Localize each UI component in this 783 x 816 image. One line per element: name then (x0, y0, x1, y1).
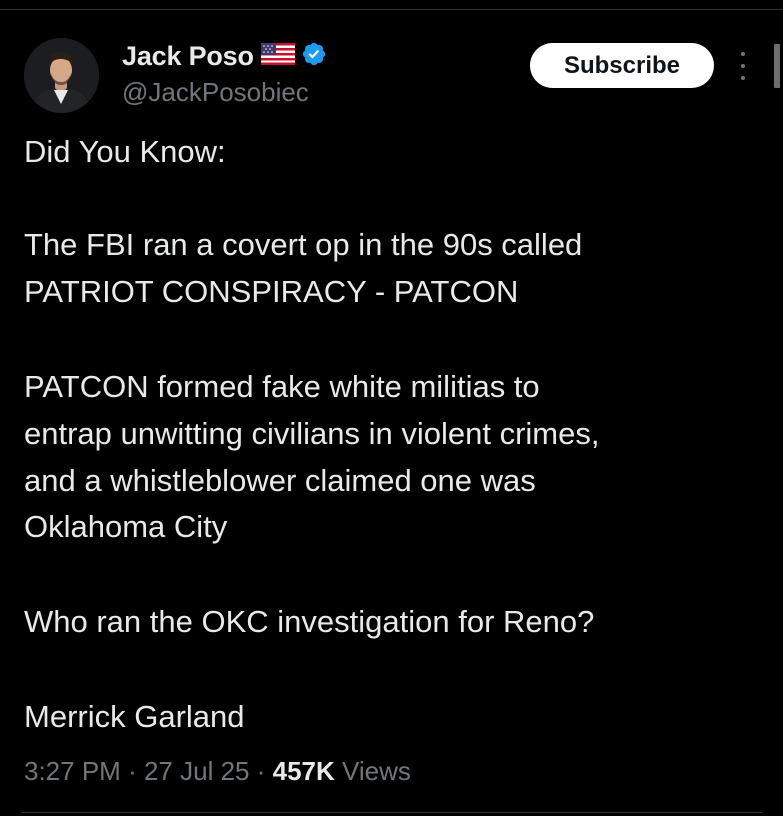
bottom-divider (22, 812, 762, 813)
tweet-text-line: PATCON formed fake white militias to (24, 369, 540, 404)
views-label: Views (342, 756, 411, 786)
tweet-text-line: The FBI ran a covert op in the 90s calle… (24, 227, 583, 262)
scrollbar-thumb[interactable] (774, 44, 780, 88)
verified-badge-icon[interactable] (301, 41, 327, 72)
tweet-text-line: Did You Know: (24, 134, 226, 169)
tweet-text-line: PATRIOT CONSPIRACY - PATCON (24, 274, 519, 309)
views-count: 457K (272, 756, 335, 786)
us-flag-icon (260, 42, 295, 70)
tweet-time[interactable]: 3:27 PM (24, 756, 121, 786)
author-display-name[interactable]: Jack Poso (122, 41, 254, 72)
avatar[interactable] (24, 38, 99, 113)
tweet-text-line: Who ran the OKC investigation for Reno? (24, 604, 595, 639)
tweet-text-line: Oklahoma City (24, 509, 228, 544)
author-name-row: Jack Poso (122, 40, 327, 72)
tweet-text-line: Merrick Garland (24, 699, 245, 734)
tweet-meta: 3:27 PM · 27 Jul 25 · 457K Views (24, 754, 411, 788)
tweet-container: Jack Poso @JackPosobiec Subscribe Did Yo… (0, 0, 783, 816)
tweet-text-line: and a whistleblower claimed one was (24, 463, 536, 498)
top-divider (0, 9, 783, 10)
avatar-image (24, 38, 99, 113)
subscribe-button[interactable]: Subscribe (530, 43, 714, 88)
more-vertical-icon[interactable] (734, 52, 752, 80)
tweet-text-line: entrap unwitting civilians in violent cr… (24, 416, 600, 451)
meta-separator: · (256, 756, 266, 786)
author-handle[interactable]: @JackPosobiec (122, 77, 309, 108)
meta-separator: · (128, 756, 137, 786)
tweet-date[interactable]: 27 Jul 25 (144, 756, 250, 786)
